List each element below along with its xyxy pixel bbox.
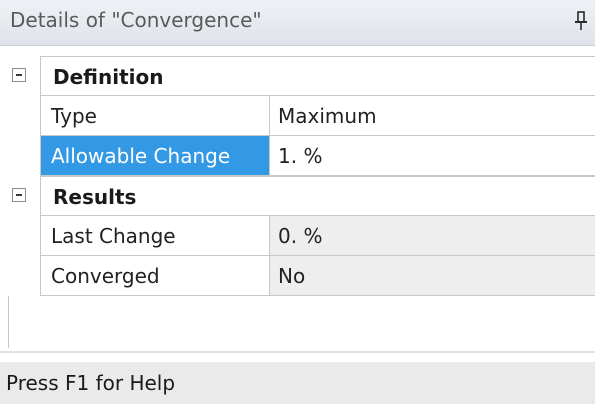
panel-title: Details of "Convergence" <box>10 8 262 32</box>
property-row-allowable-change[interactable]: Allowable Change 1. % <box>0 136 595 176</box>
property-value-last-change: 0. % <box>278 224 323 248</box>
status-bar: Press F1 for Help <box>0 362 595 404</box>
property-value-allowable-change: 1. % <box>278 144 323 168</box>
property-name-cell[interactable]: Last Change <box>40 216 270 256</box>
property-name-last-change: Last Change <box>51 224 176 248</box>
category-label-results: Results <box>53 185 137 209</box>
panel-divider <box>0 351 595 353</box>
panel-left-border <box>8 296 9 348</box>
category-row-results[interactable]: Results <box>0 176 595 216</box>
property-name-converged: Converged <box>51 264 160 288</box>
property-name-allowable-change: Allowable Change <box>51 144 231 168</box>
property-value-type: Maximum <box>278 104 377 128</box>
category-header[interactable]: Results <box>40 176 595 216</box>
property-value-converged: No <box>278 264 306 288</box>
category-header[interactable]: Definition <box>40 56 595 96</box>
collapse-minus-icon[interactable] <box>12 188 26 202</box>
row-gutter <box>0 56 40 96</box>
property-value-cell[interactable]: 1. % <box>270 136 595 176</box>
property-value-cell-readonly: 0. % <box>270 216 595 256</box>
property-name-type: Type <box>51 104 97 128</box>
category-label-definition: Definition <box>53 65 164 89</box>
property-value-cell[interactable]: Maximum <box>270 96 595 136</box>
row-gutter <box>0 176 40 216</box>
property-name-cell[interactable]: Converged <box>40 256 270 296</box>
property-name-cell-selected[interactable]: Allowable Change <box>40 136 270 176</box>
status-text: Press F1 for Help <box>6 371 176 395</box>
category-row-definition[interactable]: Definition <box>0 56 595 96</box>
property-row-type[interactable]: Type Maximum <box>0 96 595 136</box>
property-name-cell[interactable]: Type <box>40 96 270 136</box>
property-row-converged[interactable]: Converged No <box>0 256 595 296</box>
details-panel-header: Details of "Convergence" <box>0 0 595 46</box>
collapse-minus-icon[interactable] <box>12 68 26 82</box>
property-value-cell-readonly: No <box>270 256 595 296</box>
pin-icon[interactable] <box>574 10 588 32</box>
property-row-last-change[interactable]: Last Change 0. % <box>0 216 595 256</box>
